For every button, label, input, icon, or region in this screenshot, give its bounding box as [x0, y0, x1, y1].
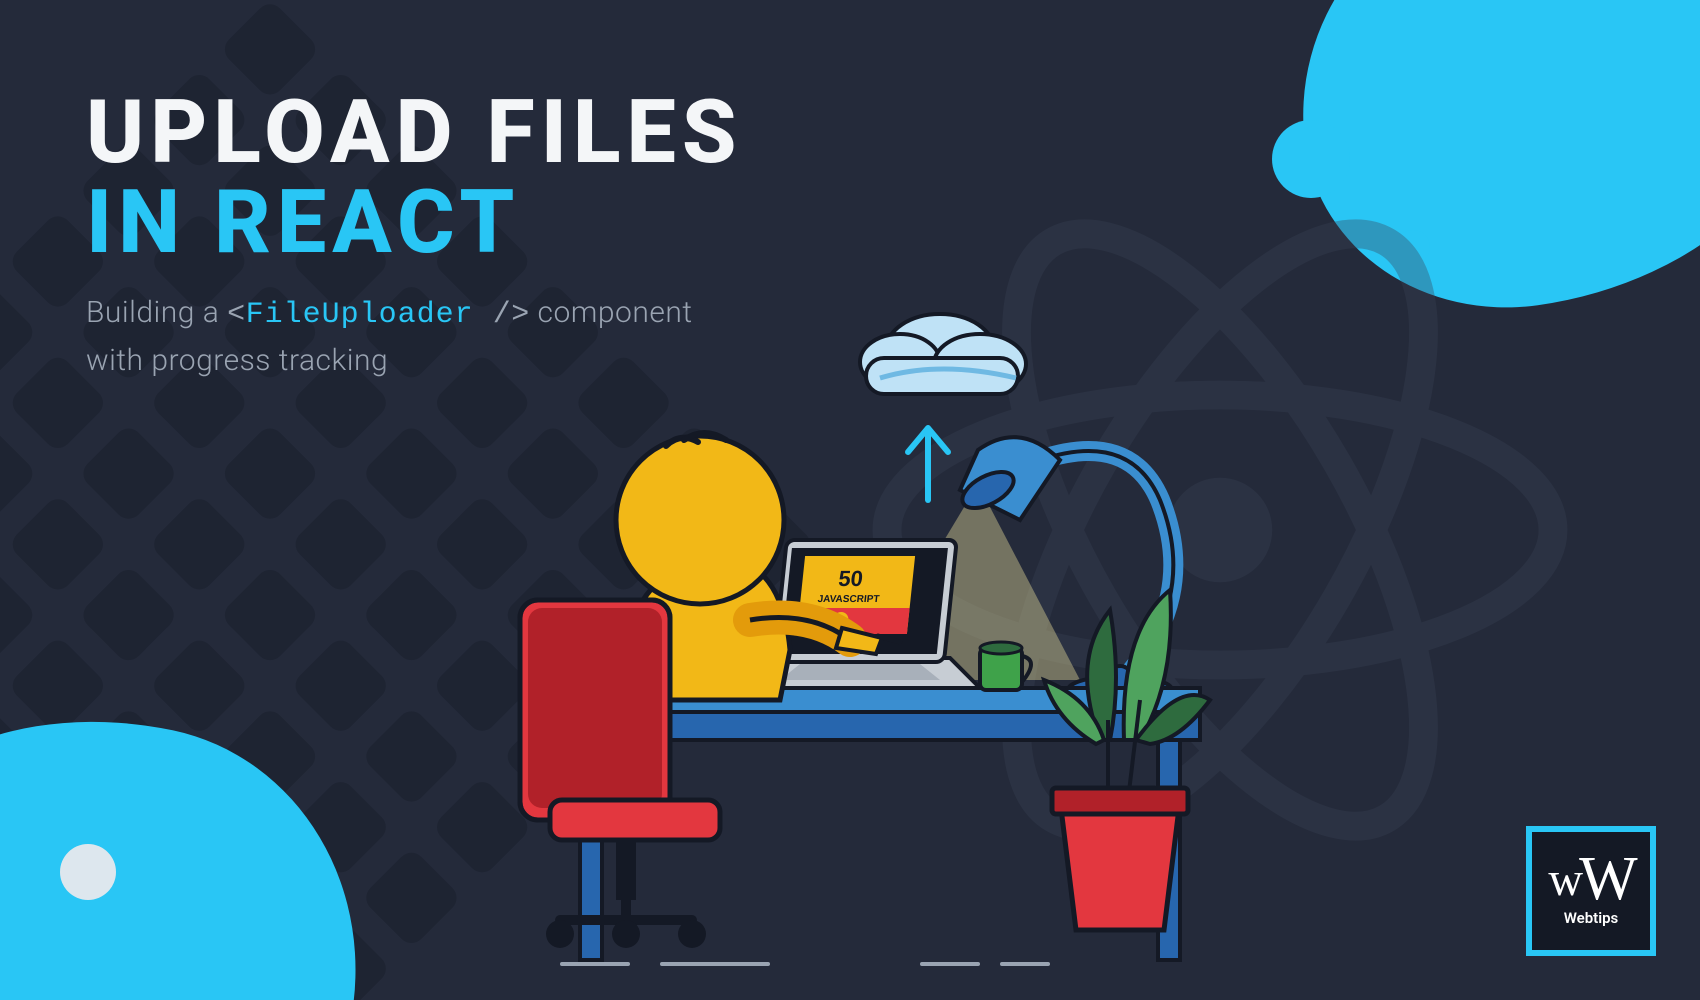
page-title: UPLOAD FILES IN REACT: [86, 88, 743, 268]
accent-circle-bottom-left: [60, 844, 116, 900]
screen-number: 50: [837, 566, 864, 591]
upload-arrow-icon: [908, 428, 948, 500]
webtips-badge: wW Webtips: [1526, 826, 1656, 956]
title-line-1: UPLOAD FILES: [86, 81, 743, 184]
potted-plant-icon: [1044, 590, 1210, 930]
ground-dash: [660, 962, 770, 966]
ground-dash: [560, 962, 630, 966]
cloud-icon: [860, 314, 1026, 394]
screen-label: JAVASCRIPT: [817, 594, 881, 605]
ground-dash: [920, 962, 980, 966]
title-line-2: IN REACT: [86, 171, 520, 274]
webtips-label: Webtips: [1564, 909, 1619, 927]
webtips-logo-icon: wW: [1548, 855, 1633, 905]
ground-dash: [1000, 962, 1050, 966]
illustration-desk-scene: 50 JAVASCRIPT: [380, 300, 1360, 980]
